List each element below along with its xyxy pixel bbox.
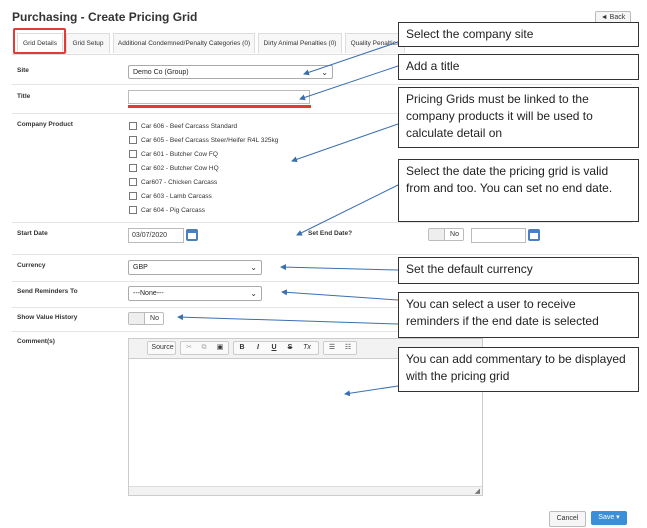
callout-reminders: You can select a user to receive reminde… bbox=[398, 292, 639, 338]
callout-dates: Select the date the pricing grid is vali… bbox=[398, 159, 639, 222]
arrow-site bbox=[303, 41, 399, 76]
callout-site: Select the company site bbox=[398, 22, 639, 47]
callout-title: Add a title bbox=[398, 54, 639, 80]
arrow-currency bbox=[280, 264, 399, 271]
callout-products: Pricing Grids must be linked to the comp… bbox=[398, 87, 639, 148]
arrow-dates bbox=[296, 184, 399, 236]
arrow-title bbox=[299, 65, 399, 101]
arrow-reminders bbox=[281, 289, 399, 301]
arrow-products bbox=[291, 123, 399, 163]
callout-currency: Set the default currency bbox=[398, 257, 639, 284]
callout-comments: You can add commentary to be displayed w… bbox=[398, 347, 639, 392]
arrow-comments bbox=[344, 385, 399, 397]
arrow-history bbox=[177, 314, 399, 325]
